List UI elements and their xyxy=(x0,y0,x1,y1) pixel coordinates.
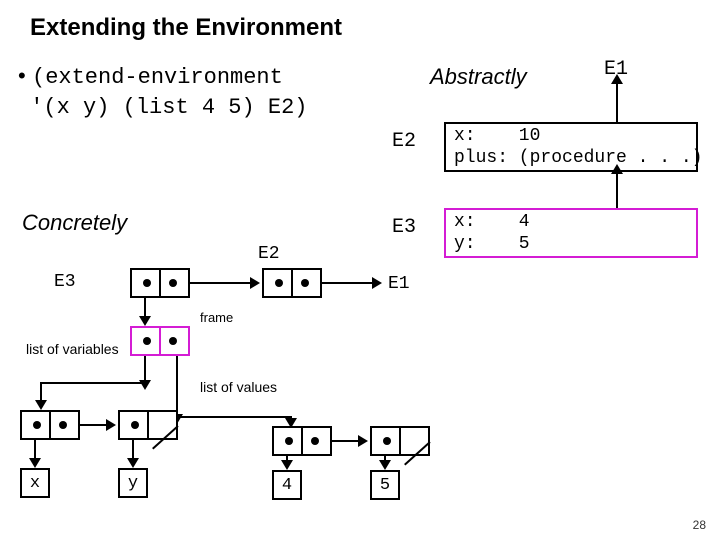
car-dot-icon xyxy=(383,437,391,445)
frame-e3: x: 4 y: 5 xyxy=(444,208,698,258)
cons-pair-env-e2 xyxy=(262,268,322,298)
cdr-dot-icon xyxy=(311,437,319,445)
car-dot-icon xyxy=(33,421,41,429)
cons-pair-vars-1 xyxy=(20,410,80,440)
code-line-1: (extend-environment xyxy=(32,65,283,90)
bullet-dot-icon: • xyxy=(18,62,32,90)
e2-label-abstract: E2 xyxy=(392,130,416,153)
value-5: 5 xyxy=(370,470,400,500)
value-4: 4 xyxy=(272,470,302,500)
arrow-vars1-to-vars2 xyxy=(80,424,108,426)
nil-slash-icon xyxy=(404,441,431,465)
frame-cons-pair xyxy=(130,326,190,356)
e2-label-concrete: E2 xyxy=(258,244,280,264)
nil-slash-icon xyxy=(152,425,179,449)
cons-pair-vals-1 xyxy=(272,426,332,456)
car-dot-icon xyxy=(131,421,139,429)
list-of-values-annotation: list of values xyxy=(200,380,277,395)
cons-pair-vals-2 xyxy=(370,426,430,456)
arrow-vals1-to-vals2 xyxy=(332,440,360,442)
arrow-e3car-to-frame xyxy=(144,298,146,318)
car-dot-icon xyxy=(275,279,283,287)
e3-label-abstract: E3 xyxy=(392,216,416,239)
arrow-frame-to-vars xyxy=(144,356,146,382)
value-y: y xyxy=(118,468,148,498)
concrete-heading: Concretely xyxy=(22,210,127,236)
arrow-e3list-to-e2list xyxy=(190,282,252,284)
slide-title: Extending the Environment xyxy=(30,14,342,42)
cons-pair-env-e3 xyxy=(130,268,190,298)
arrow-e2list-to-e1 xyxy=(322,282,374,284)
e1-label-concrete: E1 xyxy=(388,274,410,294)
frame-annotation: frame xyxy=(200,310,233,325)
arrow-e3-to-e2 xyxy=(616,172,618,208)
arrow-vals1-to-4 xyxy=(286,456,288,462)
arrow-vars2-to-y xyxy=(132,440,134,460)
cdr-dot-icon xyxy=(301,279,309,287)
e3-label-concrete: E3 xyxy=(54,272,76,292)
page-number: 28 xyxy=(693,518,706,532)
arrow-frame-to-vals-v xyxy=(290,416,292,420)
arrow-frame-to-vars-h xyxy=(40,382,146,384)
arrow-frame-to-vals xyxy=(176,356,178,416)
arrow-e2-to-e1 xyxy=(616,82,618,122)
arrow-vals2-to-5 xyxy=(384,456,386,462)
arrow-frame-to-vars-v xyxy=(40,382,42,402)
code-line-2: '(x y) (list 4 5) E2) xyxy=(30,95,307,120)
abstract-heading: Abstractly xyxy=(430,64,527,90)
value-x: x xyxy=(20,468,50,498)
arrow-frame-to-vals-h xyxy=(176,416,292,418)
cdr-dot-icon xyxy=(169,279,177,287)
car-dot-icon xyxy=(285,437,293,445)
frame-e2: x: 10 plus: (procedure . . .) xyxy=(444,122,698,172)
cdr-dot-icon xyxy=(59,421,67,429)
bullet-code: •(extend-environment '(x y) (list 4 5) E… xyxy=(18,62,307,121)
car-dot-icon xyxy=(143,337,151,345)
arrow-vars1-to-x xyxy=(34,440,36,460)
cons-pair-vars-2 xyxy=(118,410,178,440)
cdr-dot-icon xyxy=(169,337,177,345)
car-dot-icon xyxy=(143,279,151,287)
list-of-variables-annotation: list of variables xyxy=(26,342,119,357)
